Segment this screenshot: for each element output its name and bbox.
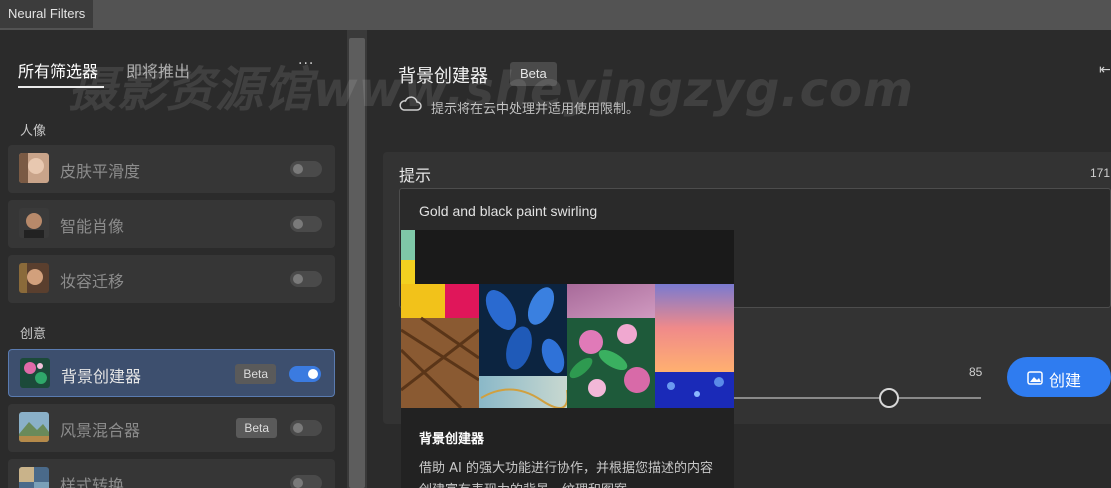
prompt-label: 提示 [399, 166, 432, 185]
section-portrait-label: 人像 [20, 124, 47, 139]
reset-icon[interactable]: ⇤ [1099, 62, 1111, 78]
filter-toggle[interactable] [290, 475, 322, 488]
beta-badge: Beta [236, 418, 277, 438]
portrait-thumbnail-icon [19, 153, 49, 183]
filter-item-landscape-mixer[interactable]: 风景混合器 Beta [8, 404, 335, 452]
filter-toggle[interactable] [290, 271, 322, 287]
image-icon [1027, 370, 1043, 385]
filter-info-popup: 背景创建器 借助 AI 的强大功能进行协作，并根据您描述的内容创建富有表现力的背… [401, 230, 734, 488]
landscape-thumbnail-icon [19, 412, 49, 442]
filter-label: 智能肖像 [60, 217, 125, 236]
filter-item-skin-smoothing[interactable]: 皮肤平滑度 [8, 145, 335, 193]
floral-thumbnail-icon [20, 358, 50, 388]
create-button[interactable]: 创建 [1007, 357, 1111, 397]
filter-toggle[interactable] [290, 161, 322, 177]
slider-value: 85 [969, 365, 983, 379]
filter-item-style-transfer[interactable]: 样式转换 [8, 459, 335, 488]
window-title: Neural Filters [0, 0, 94, 28]
create-label: 创建 [1049, 371, 1082, 390]
slider-track[interactable] [733, 397, 981, 399]
portrait-thumbnail-icon [19, 263, 49, 293]
filter-label: 风景混合器 [60, 421, 141, 440]
filter-label: 妆容迁移 [60, 272, 125, 291]
filter-label: 样式转换 [60, 476, 125, 488]
prompt-text: Gold and black paint swirling [419, 203, 598, 219]
portrait-thumbnail-icon [19, 208, 49, 238]
style-thumbnail-icon [19, 467, 49, 488]
popup-title: 背景创建器 [419, 432, 485, 447]
filter-item-background-creator[interactable]: 背景创建器 Beta [8, 349, 335, 397]
filter-label: 皮肤平滑度 [60, 162, 141, 181]
slider-handle[interactable] [879, 388, 899, 408]
popup-description: 借助 AI 的强大功能进行协作，并根据您描述的内容创建富有表现力的背景、纹理和图… [419, 461, 713, 488]
watermark: 摄影资源馆www.sheyingzyg.com [68, 62, 915, 118]
char-count: 171 [1090, 166, 1111, 180]
sample-backgrounds-preview [401, 230, 734, 408]
beta-badge: Beta [235, 364, 276, 384]
filter-label: 背景创建器 [61, 367, 142, 386]
section-creative-label: 创意 [20, 327, 47, 342]
filter-item-makeup-transfer[interactable]: 妆容迁移 [8, 255, 335, 303]
filter-toggle[interactable] [290, 420, 322, 436]
filter-toggle[interactable] [289, 366, 321, 382]
title-bar: Neural Filters [0, 0, 1111, 30]
filter-toggle[interactable] [290, 216, 322, 232]
filter-item-smart-portrait[interactable]: 智能肖像 [8, 200, 335, 248]
